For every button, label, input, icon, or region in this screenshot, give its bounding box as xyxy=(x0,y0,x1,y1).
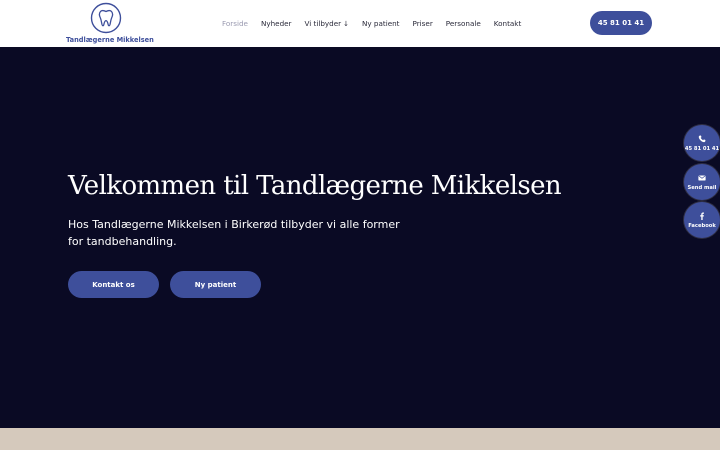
floating-phone-button[interactable]: 45 81 01 41 xyxy=(684,125,720,161)
chevron-down-icon: ↓ xyxy=(343,19,349,28)
phone-icon xyxy=(698,134,706,142)
floating-facebook-button[interactable]: Facebook xyxy=(684,202,720,238)
contact-button[interactable]: Kontakt os xyxy=(68,271,159,298)
site-header: Tandlægerne Mikkelsen Forside Nyheder Vi… xyxy=(0,0,720,47)
nav-item-priser[interactable]: Priser xyxy=(413,19,433,28)
floating-facebook-label: Facebook xyxy=(688,222,716,229)
new-patient-button[interactable]: Ny patient xyxy=(170,271,261,298)
floating-mail-label: Send mail xyxy=(687,184,717,191)
phone-button[interactable]: 45 81 01 41 xyxy=(590,11,652,35)
tooth-icon xyxy=(90,2,122,34)
main-nav: Forside Nyheder Vi tilbyder ↓ Ny patient … xyxy=(222,17,534,29)
hero-title: Velkommen til Tandlægerne Mikkelsen xyxy=(68,171,562,201)
brand-name: Tandlægerne Mikkelsen xyxy=(66,36,154,44)
nav-item-kontakt[interactable]: Kontakt xyxy=(494,19,522,28)
nav-item-vi-tilbyder-label: Vi tilbyder xyxy=(304,18,342,28)
nav-item-nyheder[interactable]: Nyheder xyxy=(261,19,292,28)
floating-phone-label: 45 81 01 41 xyxy=(684,145,720,152)
nav-item-personale[interactable]: Personale xyxy=(446,19,481,28)
next-section-band xyxy=(0,428,720,450)
nav-item-forside[interactable]: Forside xyxy=(222,19,248,28)
floating-mail-button[interactable]: Send mail xyxy=(684,164,720,200)
mail-icon xyxy=(698,174,706,181)
hero-subtitle: Hos Tandlægerne Mikkelsen i Birkerød til… xyxy=(68,218,400,248)
facebook-icon xyxy=(700,212,704,220)
nav-item-ny-patient[interactable]: Ny patient xyxy=(362,19,400,28)
logo-link[interactable]: Tandlægerne Mikkelsen xyxy=(66,2,154,46)
nav-item-vi-tilbyder[interactable]: Vi tilbyder ↓ xyxy=(305,19,349,28)
